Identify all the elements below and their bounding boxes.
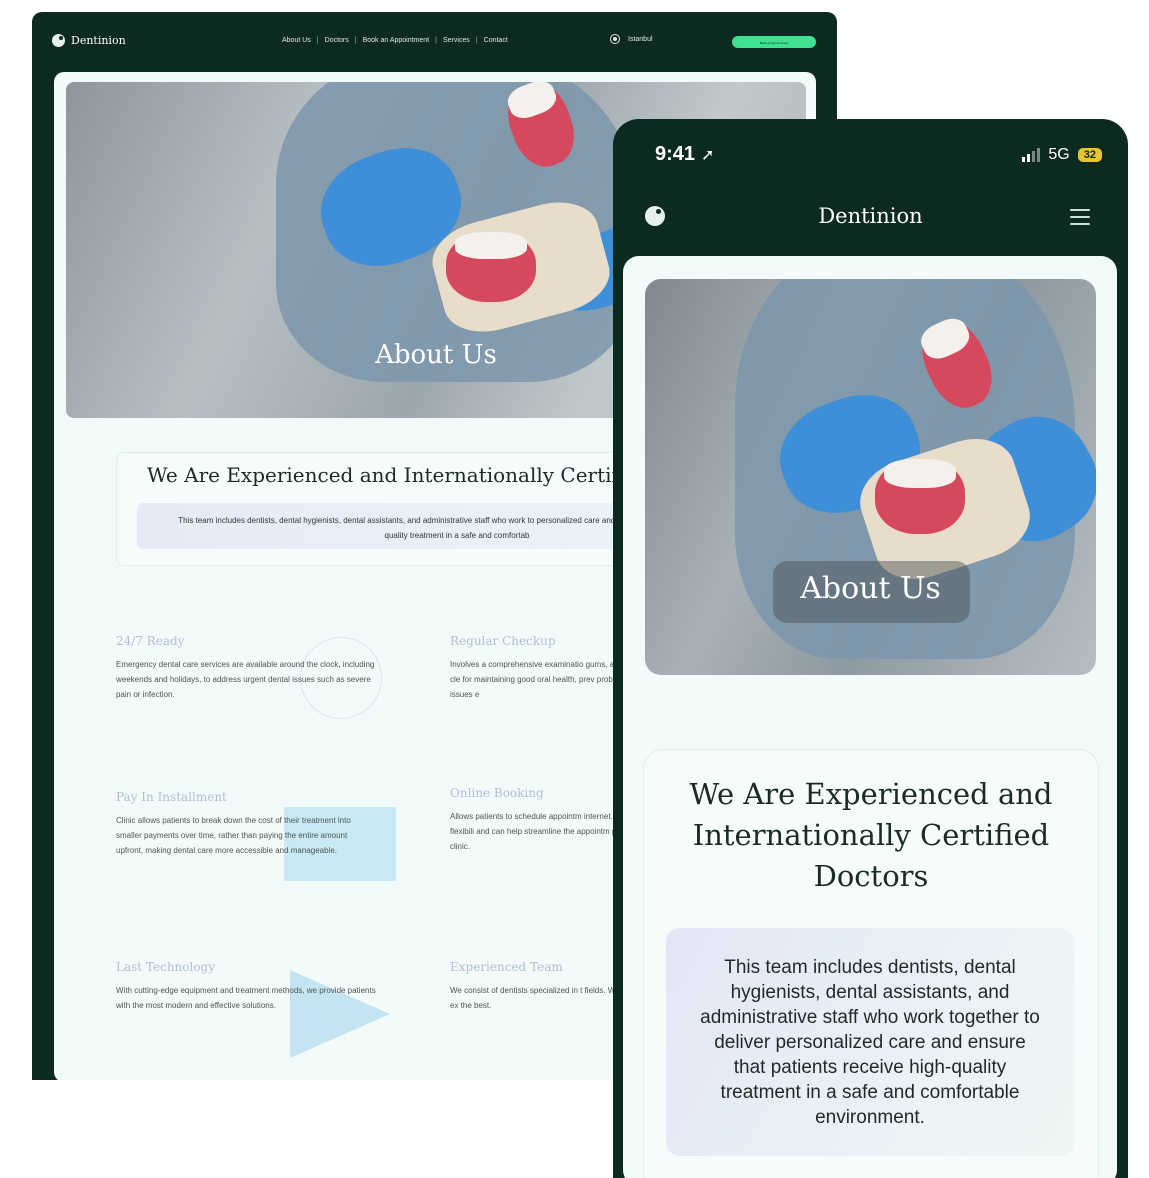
desktop-navbar: Dentinion About Us | Doctors | Book an A… <box>32 12 837 72</box>
phone-hero-title: About Us <box>800 571 941 606</box>
nav-link-contact[interactable]: Contact <box>484 37 508 44</box>
status-indicators: 5G 32 <box>1022 146 1102 164</box>
location-pin-icon <box>610 34 620 44</box>
phone-content-card: About Us We Are Experienced and Internat… <box>623 256 1117 1178</box>
phone-hero-image: About Us <box>645 279 1096 675</box>
desktop-logo[interactable]: Dentinion <box>52 34 126 47</box>
location-arrow-icon: ➚ <box>701 146 715 164</box>
feature-text: With cutting-edge equipment and treatmen… <box>116 986 376 1010</box>
nav-link-about[interactable]: About Us <box>282 37 311 44</box>
feature-item: Pay In Installment Clinic allows patient… <box>116 790 376 858</box>
feature-title: 24/7 Ready <box>116 634 185 648</box>
book-appointment-button[interactable]: Book an Appointment <box>732 36 816 48</box>
nav-link-services[interactable]: Services <box>443 37 470 44</box>
feature-text: Emergency dental care services are avail… <box>116 660 375 699</box>
phone-description: This team includes dentists, dental hygi… <box>700 957 1040 1128</box>
nav-link-doctors[interactable]: Doctors <box>325 37 349 44</box>
nav-separator: | <box>316 37 319 44</box>
nav-link-book[interactable]: Book an Appointment <box>363 37 430 44</box>
phone-section-heading: We Are Experienced and Internationally C… <box>689 777 1053 893</box>
signal-bars-icon <box>1022 148 1041 162</box>
phone-description-box: This team includes dentists, dental hygi… <box>666 928 1074 1156</box>
desktop-section-heading: We Are Experienced and Internationally C… <box>147 463 619 487</box>
time-label: 9:41 <box>655 143 696 165</box>
phone-mockup: 9:41 ➚ 5G 32 Dentinion About Us We Are E… <box>613 119 1128 1178</box>
hero-teeth-shape <box>875 459 965 534</box>
tooth-logo-icon <box>52 34 65 47</box>
desktop-brand-name: Dentinion <box>71 34 126 47</box>
desktop-nav-menu: About Us | Doctors | Book an Appointment… <box>282 37 508 44</box>
feature-text: Clinic allows patients to break down the… <box>116 816 351 855</box>
phone-brand-name: Dentinion <box>818 204 923 228</box>
nav-separator: | <box>475 37 478 44</box>
location-selector[interactable]: Istanbul <box>610 34 653 44</box>
hamburger-menu-icon[interactable] <box>1070 209 1090 225</box>
feature-item: Last Technology With cutting-edge equipm… <box>116 960 376 1013</box>
hero-teeth-shape <box>446 232 536 302</box>
nav-separator: | <box>435 37 437 44</box>
location-label: Istanbul <box>628 35 653 43</box>
feature-title: Pay In Installment <box>116 790 227 804</box>
battery-icon: 32 <box>1077 148 1102 162</box>
feature-item: 24/7 Ready Emergency dental care service… <box>116 634 376 702</box>
phone-intro-box: We Are Experienced and Internationally C… <box>643 749 1099 1178</box>
status-time: 9:41 ➚ <box>655 143 714 166</box>
feature-title: Last Technology <box>116 960 216 974</box>
network-label: 5G <box>1048 146 1070 163</box>
nav-separator: | <box>354 37 357 44</box>
